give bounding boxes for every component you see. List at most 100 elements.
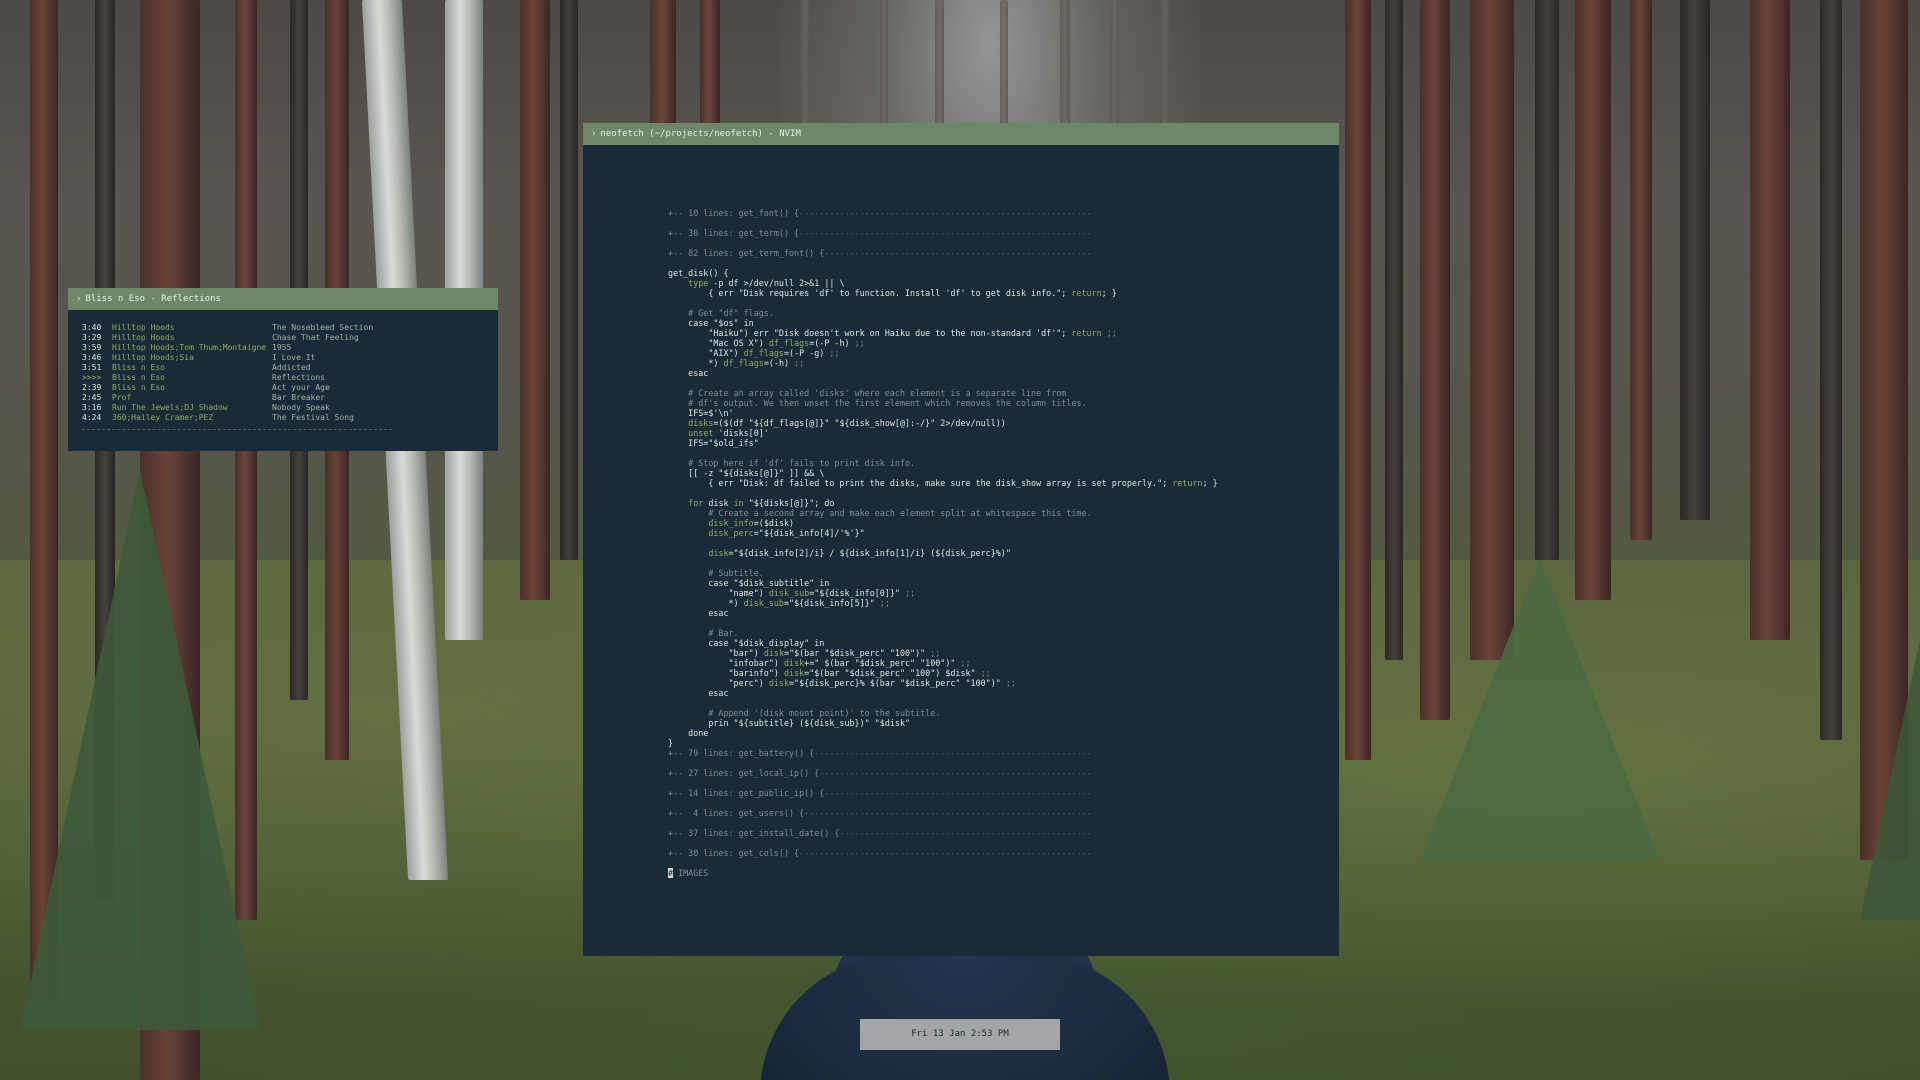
fold-marker[interactable]: +-- 4 lines: get_users() {--------------… xyxy=(668,808,1218,818)
fold-marker[interactable]: +-- 30 lines: get_cols() {--------------… xyxy=(668,848,1218,858)
code-line: # df's output. We then unset the first e… xyxy=(688,398,1087,408)
chevron-right-icon: › xyxy=(591,129,597,139)
track-title: Addicted xyxy=(272,363,311,372)
fold-fill: ----------------------------------------… xyxy=(804,808,1092,818)
fold-marker[interactable]: +-- 79 lines: get_battery() {-----------… xyxy=(668,748,1218,758)
track-title: The Festival Song xyxy=(272,413,354,422)
code-line: *) disk_sub="${disk_info[5]}" ;; xyxy=(668,598,890,608)
fold-label: +-- 79 lines: get_battery() { xyxy=(668,748,815,758)
track-row[interactable]: 3:46 Hilltop Hoods;Sia I Love It xyxy=(82,353,498,363)
code-line: *) df_flags=(-h) ;; xyxy=(668,358,805,368)
nvim-window[interactable]: › neofetch (~/projects/neofetch) - NVIM +… xyxy=(583,123,1339,956)
divider xyxy=(82,429,392,430)
track-time: 3:29 xyxy=(82,333,102,342)
track-list: 3:40 Hilltop Hoods The Nosebleed Section 3:… xyxy=(68,310,498,423)
code-line: # Create an array called 'disks' where e… xyxy=(688,388,1067,398)
fold-fill: ----------------------------------------… xyxy=(799,848,1092,858)
track-title: Nobody Speak xyxy=(272,403,330,412)
track-time: 3:16 xyxy=(82,403,102,412)
track-artist: Prof xyxy=(112,393,132,402)
track-artist: Hilltop Hoods;Sia xyxy=(112,353,194,362)
code-line: "barinfo") disk="$(bar "$disk_perc" "100… xyxy=(668,668,991,678)
fold-label: +-- 30 lines: get_term() { xyxy=(668,228,800,238)
code-line: { err "Disk requires 'df' to function. I… xyxy=(668,288,1117,298)
track-time: >>>> xyxy=(82,373,102,382)
code-line: disks=($(df "${df_flags[@]}" "${disk_sho… xyxy=(688,418,1006,428)
track-artist: 360;Hailey Cramer;PEZ xyxy=(112,413,214,422)
fold-label: +-- 4 lines: get_users() { xyxy=(668,808,805,818)
track-row[interactable]: 2:45 Prof Bar Breaker xyxy=(82,393,498,403)
player-titlebar[interactable]: › Bliss n Eso - Reflections xyxy=(68,288,498,310)
fold-fill: ----------------------------------------… xyxy=(839,828,1092,838)
track-row[interactable]: 2:39 Bliss n Eso Act your Age xyxy=(82,383,498,393)
fold-marker[interactable]: +-- 10 lines: get_font() {--------------… xyxy=(668,208,1218,218)
code-buffer[interactable]: +-- 10 lines: get_font() {--------------… xyxy=(668,208,1218,878)
code-line: esac xyxy=(668,368,709,378)
code-line: [[ -z "${disks[@]}" ]] && \ xyxy=(668,468,825,478)
track-title: 1955 xyxy=(272,343,292,352)
track-title: Act your Age xyxy=(272,383,330,392)
track-artist: Hilltop Hoods xyxy=(112,323,175,332)
fold-label: +-- 27 lines: get_local_ip() { xyxy=(668,768,820,778)
code-line: "perc") disk="${disk_perc}% $(bar "$disk… xyxy=(668,678,1016,688)
fold-fill: ----------------------------------------… xyxy=(799,208,1092,218)
track-time: 3:46 xyxy=(82,353,102,362)
fold-label: +-- 10 lines: get_font() { xyxy=(668,208,800,218)
track-row[interactable]: >>>> Bliss n Eso Reflections xyxy=(82,373,498,383)
track-row[interactable]: 4:24 360;Hailey Cramer;PEZ The Festival So… xyxy=(82,413,498,423)
fold-fill: ----------------------------------------… xyxy=(799,228,1092,238)
track-time: 3:59 xyxy=(82,343,102,352)
track-artist: Bliss n Eso xyxy=(112,383,165,392)
code-line: disk="${disk_info[2]/i} / ${disk_info[1]… xyxy=(708,548,1011,558)
track-row[interactable]: 3:29 Hilltop Hoods Chase That Feeling xyxy=(82,333,498,343)
track-title: Chase That Feeling xyxy=(272,333,359,342)
fold-label: +-- 82 lines: get_term_font() { xyxy=(668,248,825,258)
fold-label: +-- 37 lines: get_install_date() { xyxy=(668,828,840,838)
music-player-window[interactable]: › Bliss n Eso - Reflections 3:40 Hilltop H… xyxy=(68,288,498,451)
track-title: Reflections xyxy=(272,373,325,382)
code-line: "infobar") disk+=" $(bar "$disk_perc" "1… xyxy=(668,658,971,668)
code-line: # IMAGES xyxy=(668,868,1218,878)
code-line: "Haiku") err "Disk doesn't work on Haiku… xyxy=(668,328,1117,338)
fold-fill: ----------------------------------------… xyxy=(824,788,1092,798)
code-line: # Get "df" flags. xyxy=(688,308,774,318)
code-line: disk_perc="${disk_info[4]/'%'}" xyxy=(708,528,865,538)
code-line: IFS="$old_ifs" xyxy=(668,438,759,448)
fold-marker[interactable]: +-- 14 lines: get_public_ip() {---------… xyxy=(668,788,1218,798)
fold-marker[interactable]: +-- 30 lines: get_term() {--------------… xyxy=(668,228,1218,238)
player-title: Bliss n Eso - Reflections xyxy=(85,294,221,304)
track-row[interactable]: 3:51 Bliss n Eso Addicted xyxy=(82,363,498,373)
track-artist: Bliss n Eso xyxy=(112,373,165,382)
fold-marker[interactable]: +-- 82 lines: get_term_font() {---------… xyxy=(668,248,1218,258)
code-line: # Bar. xyxy=(708,628,739,638)
fold-marker[interactable]: +-- 27 lines: get_local_ip() {----------… xyxy=(668,768,1218,778)
fold-marker[interactable]: +-- 37 lines: get_install_date() {------… xyxy=(668,828,1218,838)
code-line: "bar") disk="$(bar "$disk_perc" "100")" … xyxy=(668,648,941,658)
code-line: unset 'disks[0]' xyxy=(688,428,769,438)
track-row[interactable]: 3:40 Hilltop Hoods The Nosebleed Section xyxy=(82,323,498,333)
track-title: I Love It xyxy=(272,353,316,362)
track-artist: Hilltop Hoods xyxy=(112,333,175,342)
code-line: "name") disk_sub="${disk_info[0]}" ;; xyxy=(668,588,916,598)
track-time: 4:24 xyxy=(82,413,102,422)
track-artist: Hilltop Hoods;Tom Thum;Montaigne xyxy=(112,343,267,352)
code-line: type -p df >/dev/null 2>&1 || \ xyxy=(688,278,845,288)
nvim-titlebar[interactable]: › neofetch (~/projects/neofetch) - NVIM xyxy=(583,123,1339,145)
code-line: "Mac OS X") df_flags=(-P -h) ;; xyxy=(668,338,865,348)
track-row[interactable]: 3:16 Run The Jewels;DJ Shadow Nobody Speak xyxy=(82,403,498,413)
track-row[interactable]: 3:59 Hilltop Hoods;Tom Thum;Montaigne 1955 xyxy=(82,343,498,353)
track-artist: Run The Jewels;DJ Shadow xyxy=(112,403,228,412)
track-title: Bar Breaker xyxy=(272,393,325,402)
track-title: The Nosebleed Section xyxy=(272,323,374,332)
